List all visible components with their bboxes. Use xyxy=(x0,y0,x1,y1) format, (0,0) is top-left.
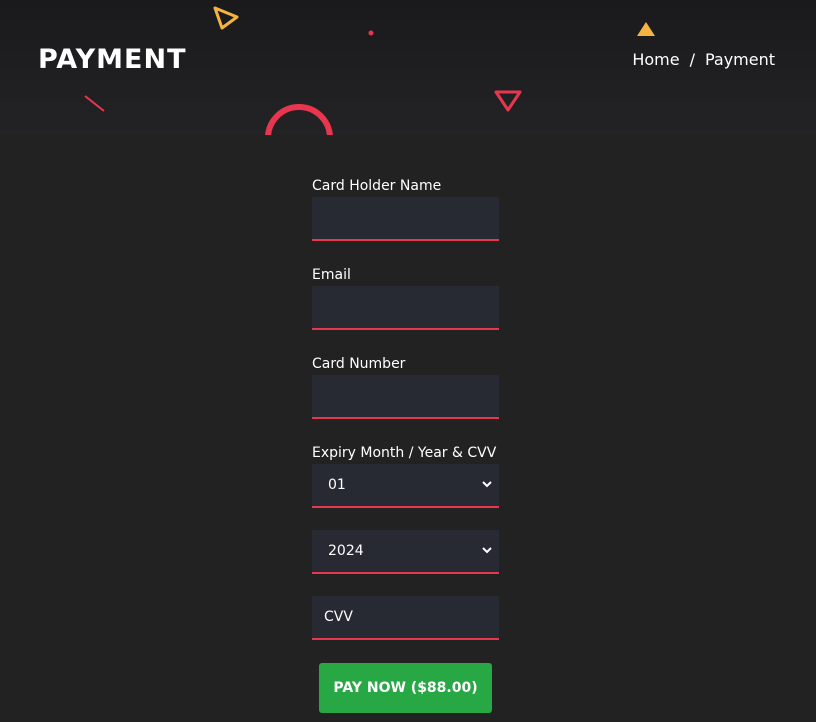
card-holder-label: Card Holder Name xyxy=(312,178,442,194)
expiry-label: Expiry Month / Year & CVV xyxy=(312,445,497,461)
red-ring-icon xyxy=(265,104,333,135)
breadcrumb-current: Payment xyxy=(704,50,775,69)
expiry-year-value: 2024 xyxy=(328,543,364,559)
red-slash-line-icon xyxy=(84,95,105,112)
breadcrumb: Home / Payment xyxy=(632,50,775,69)
red-triangle-outline-icon xyxy=(494,90,522,112)
card-holder-input[interactable] xyxy=(312,197,499,241)
expiry-month-select[interactable]: 01 xyxy=(312,464,499,508)
pay-now-button[interactable]: PAY NOW ($88.00) xyxy=(319,663,492,713)
expiry-month-value: 01 xyxy=(328,477,346,493)
breadcrumb-separator: / xyxy=(689,50,695,69)
red-dot-icon xyxy=(368,30,374,36)
cvv-input[interactable] xyxy=(312,596,499,640)
payment-form: Card Holder Name Email Card Number Expir… xyxy=(312,177,499,640)
card-number-label: Card Number xyxy=(312,356,406,372)
yellow-triangle-filled-icon xyxy=(637,22,655,36)
email-input[interactable] xyxy=(312,286,499,330)
page-header: PAYMENT Home / Payment xyxy=(0,0,816,135)
page-title: PAYMENT xyxy=(38,44,187,75)
chevron-down-icon xyxy=(482,481,492,488)
card-number-input[interactable] xyxy=(312,375,499,419)
expiry-year-select[interactable]: 2024 xyxy=(312,530,499,574)
breadcrumb-home-link[interactable]: Home xyxy=(632,50,679,69)
chevron-down-icon xyxy=(482,547,492,554)
yellow-triangle-outline-icon xyxy=(213,6,239,30)
email-label: Email xyxy=(312,267,351,283)
